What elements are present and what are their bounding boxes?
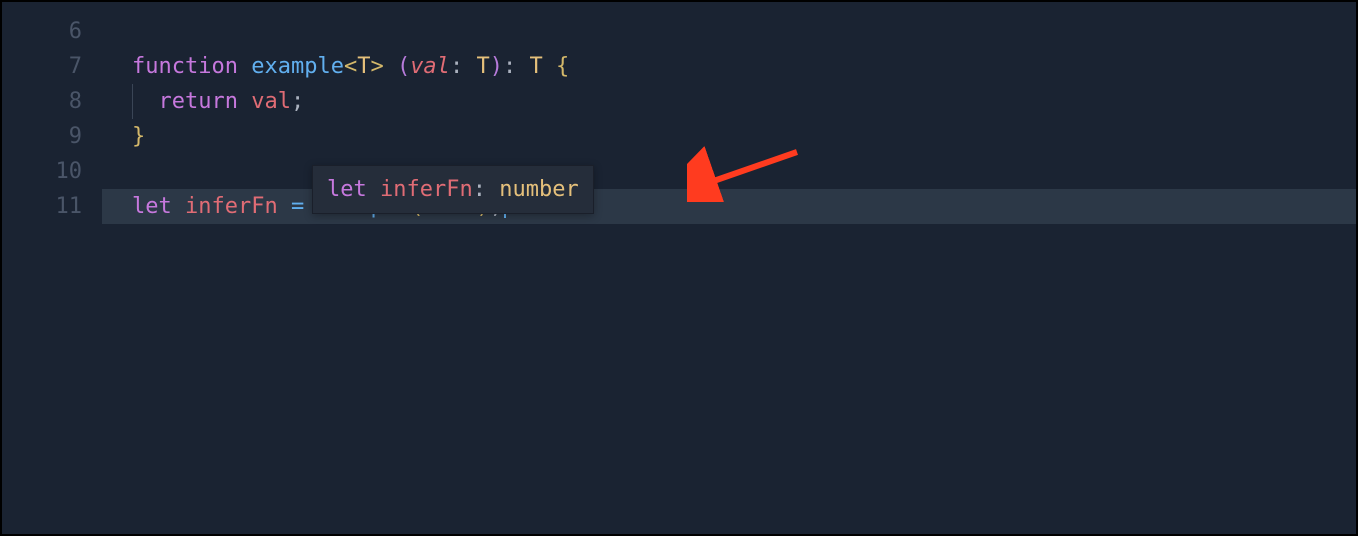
tooltip-type: number xyxy=(499,177,578,202)
hover-tooltip: let inferFn: number xyxy=(312,165,594,214)
keyword-let: let xyxy=(132,194,172,219)
paren: ( xyxy=(397,54,410,79)
tooltip-colon: : xyxy=(473,177,500,202)
code-line-8[interactable]: return val; xyxy=(102,84,1356,119)
variable-name: inferFn xyxy=(185,194,278,219)
tooltip-keyword: let xyxy=(327,177,367,202)
return-type: T xyxy=(529,54,542,79)
code-content[interactable]: function example<T> (val: T): T { return… xyxy=(102,2,1356,534)
colon: : xyxy=(450,54,477,79)
angle-bracket: > xyxy=(370,54,383,79)
function-name: example xyxy=(251,54,344,79)
line-number-gutter: 6 7 8 9 10 11 xyxy=(2,2,102,534)
keyword-function: function xyxy=(132,54,238,79)
variable: val xyxy=(251,89,291,114)
tooltip-varname: inferFn xyxy=(380,177,473,202)
param-name: val xyxy=(410,54,450,79)
line-number: 8 xyxy=(2,84,82,119)
tooltip-content: let inferFn: number xyxy=(327,172,579,207)
code-line-6[interactable] xyxy=(102,14,1356,49)
colon: : xyxy=(503,54,530,79)
annotation-arrow-icon xyxy=(687,142,807,213)
paren: ) xyxy=(490,54,503,79)
line-number: 6 xyxy=(2,14,82,49)
brace: } xyxy=(132,124,145,149)
param-type: T xyxy=(476,54,489,79)
code-editor[interactable]: 6 7 8 9 10 11 function example<T> (val: … xyxy=(2,2,1356,534)
indent-guide xyxy=(132,84,133,119)
keyword-return: return xyxy=(159,89,238,114)
code-line-7[interactable]: function example<T> (val: T): T { xyxy=(102,49,1356,84)
line-number: 9 xyxy=(2,119,82,154)
brace: { xyxy=(556,54,569,79)
line-number: 7 xyxy=(2,49,82,84)
operator-equals: = xyxy=(291,194,304,219)
semicolon: ; xyxy=(291,89,304,114)
generic-type: T xyxy=(357,54,370,79)
angle-bracket: < xyxy=(344,54,357,79)
line-number: 11 xyxy=(2,189,82,224)
line-number: 10 xyxy=(2,154,82,189)
